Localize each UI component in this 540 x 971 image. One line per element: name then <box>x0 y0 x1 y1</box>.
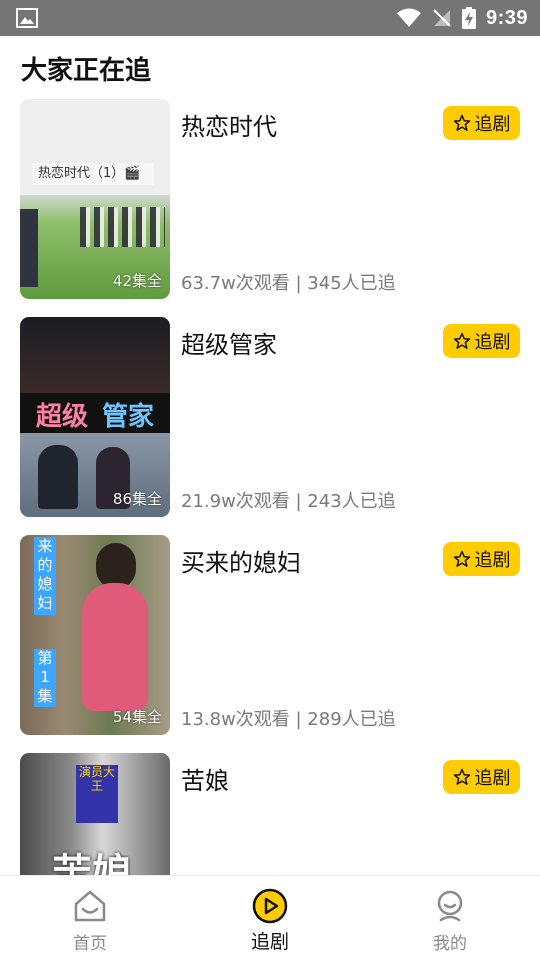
drama-title[interactable]: 苦娘 <box>181 761 229 796</box>
episode-count: 42集全 <box>112 272 162 290</box>
drama-item[interactable]: 来的媳妇 第1集 54集全 买来的媳妇 13.8w次观看 | 289人已追 追剧 <box>0 535 540 753</box>
section-title: 大家正在追 <box>21 56 152 86</box>
thumbnail-figures <box>80 207 165 247</box>
tab-label: 首页 <box>73 934 107 954</box>
episode-count: 54集全 <box>112 708 162 726</box>
follow-button[interactable]: 追剧 <box>443 106 520 140</box>
bottom-nav: 首页 追剧 我的 <box>0 875 540 961</box>
follow-label: 追剧 <box>474 768 511 789</box>
status-bar: 9:39 <box>0 0 540 36</box>
star-icon <box>453 550 470 567</box>
tab-home[interactable]: 首页 <box>30 876 150 961</box>
drama-stats: 13.8w次观看 | 289人已追 <box>181 709 396 730</box>
follow-label: 追剧 <box>474 114 511 135</box>
thumbnail-title-art: 超级 管家 <box>35 401 155 432</box>
follow-label: 追剧 <box>474 550 511 571</box>
follow-button[interactable]: 追剧 <box>443 542 520 576</box>
thumbnail-figure <box>38 445 78 509</box>
thumbnail-title-art: 演员大王 <box>76 765 118 823</box>
star-icon <box>453 768 470 785</box>
wifi-icon <box>396 8 421 27</box>
drama-title[interactable]: 热恋时代 <box>181 107 277 142</box>
star-icon <box>453 332 470 349</box>
drama-item[interactable]: 热恋时代（1）🎬 42集全 热恋时代 63.7w次观看 | 345人已追 追剧 <box>0 99 540 317</box>
follow-button[interactable]: 追剧 <box>443 324 520 358</box>
drama-item[interactable]: 超级 管家 86集全 超级管家 21.9w次观看 | 243人已追 追剧 <box>0 317 540 535</box>
thumbnail-figure <box>20 209 38 287</box>
drama-title[interactable]: 买来的媳妇 <box>181 543 301 578</box>
tab-label: 追剧 <box>250 931 289 953</box>
drama-stats: 21.9w次观看 | 243人已追 <box>181 491 396 512</box>
profile-icon <box>437 890 463 922</box>
battery-charging-icon <box>461 7 476 29</box>
thumbnail-title-art: 来的媳妇 <box>34 537 56 615</box>
image-notification-icon <box>16 8 38 28</box>
tab-following[interactable]: 追剧 <box>210 876 330 961</box>
drama-title[interactable]: 超级管家 <box>181 325 277 360</box>
thumbnail-figure <box>82 583 148 711</box>
thumbnail-caption: 热恋时代（1）🎬 <box>32 163 154 185</box>
follow-label: 追剧 <box>474 332 511 353</box>
drama-thumbnail[interactable]: 来的媳妇 第1集 54集全 <box>20 535 170 735</box>
thumbnail-episode-art: 第1集 <box>34 649 56 707</box>
no-signal-icon <box>433 9 451 27</box>
status-icons: 9:39 <box>396 0 528 36</box>
drama-thumbnail[interactable]: 超级 管家 86集全 <box>20 317 170 517</box>
tab-label: 我的 <box>433 934 467 954</box>
home-icon <box>74 890 106 922</box>
play-circle-icon <box>252 888 288 924</box>
drama-thumbnail[interactable]: 热恋时代（1）🎬 42集全 <box>20 99 170 299</box>
star-icon <box>453 114 470 131</box>
follow-button[interactable]: 追剧 <box>443 760 520 794</box>
tab-profile[interactable]: 我的 <box>390 876 510 961</box>
episode-count: 86集全 <box>112 490 162 508</box>
drama-list[interactable]: 热恋时代（1）🎬 42集全 热恋时代 63.7w次观看 | 345人已追 追剧 … <box>0 99 540 971</box>
drama-stats: 63.7w次观看 | 345人已追 <box>181 273 396 294</box>
clock: 9:39 <box>485 6 528 29</box>
